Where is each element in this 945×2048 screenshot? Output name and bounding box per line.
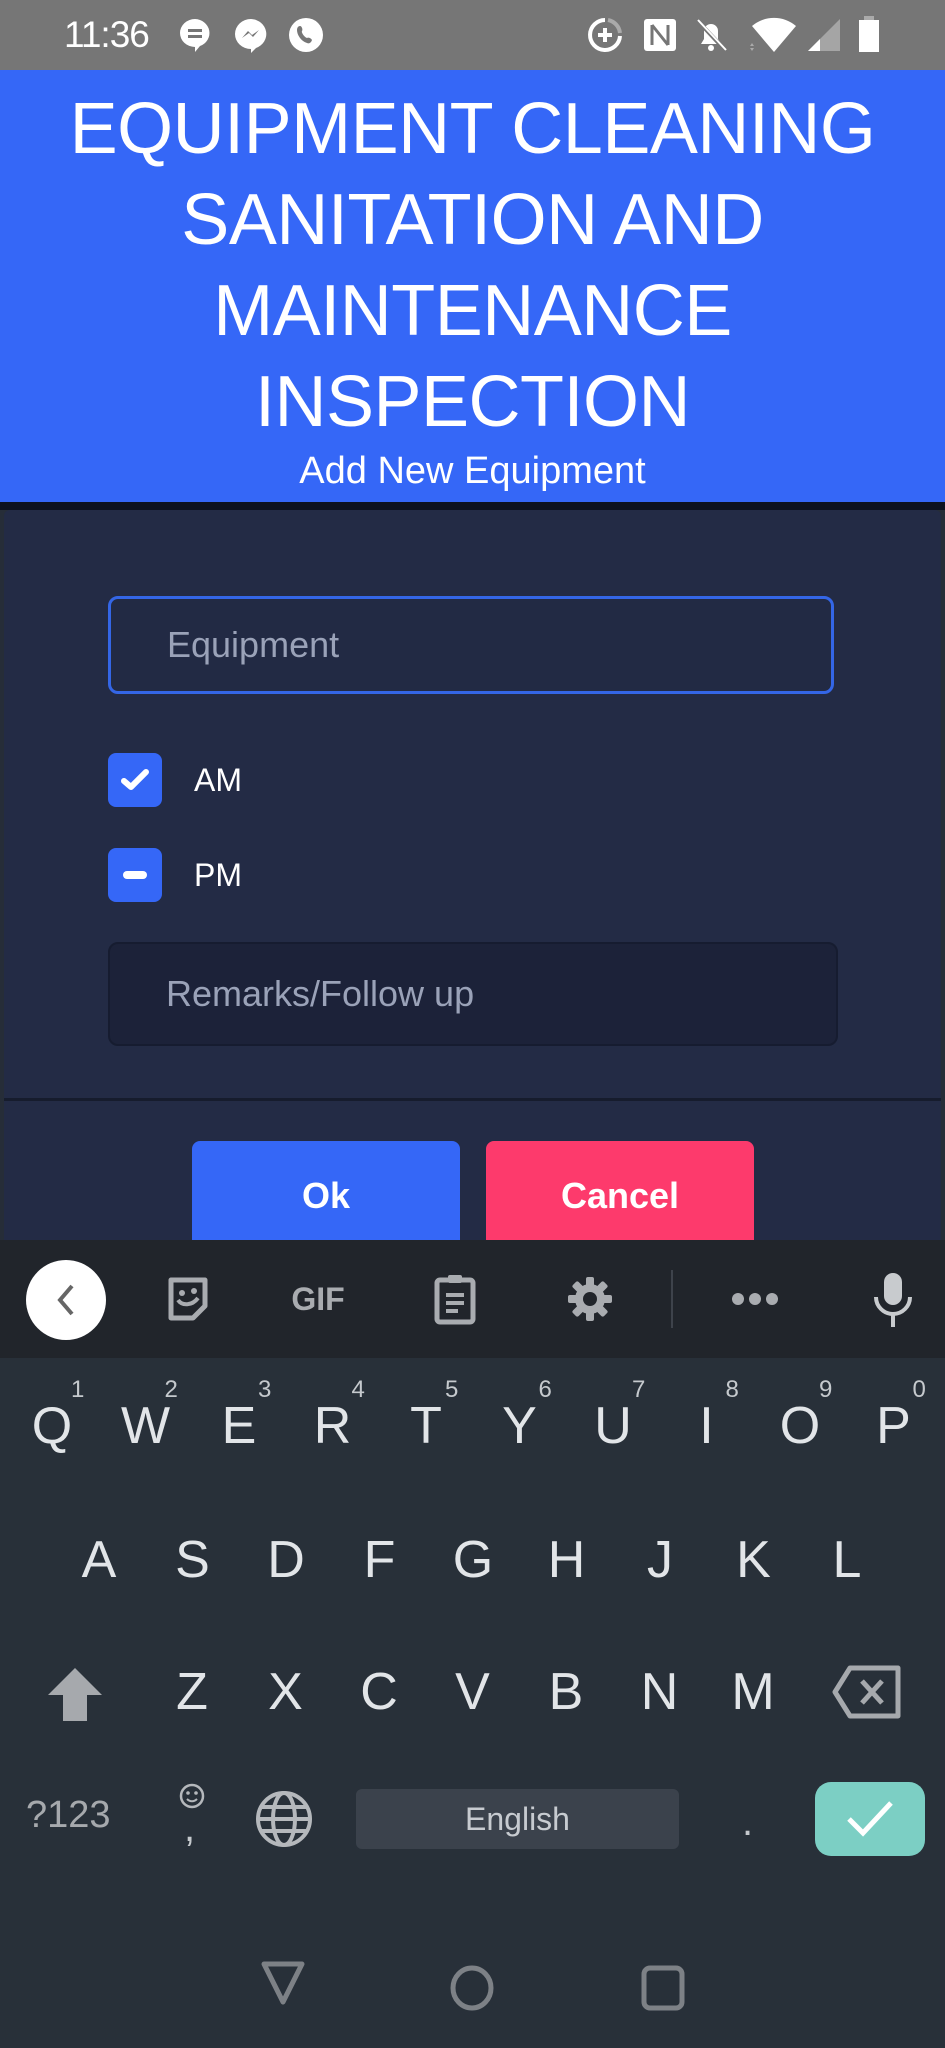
notifications-off-icon: [695, 18, 727, 52]
key-d[interactable]: D: [241, 1530, 331, 1590]
add-equipment-dialog: Equipment AM PM Remarks/Follow up Ok Can…: [4, 510, 941, 1240]
key-f[interactable]: F: [335, 1530, 425, 1590]
key-l[interactable]: L: [802, 1530, 892, 1590]
key-hint: 1: [71, 1376, 85, 1403]
keyboard-toolbar: GIF: [0, 1240, 945, 1358]
shift-icon[interactable]: [46, 1665, 104, 1723]
pm-checkbox-row[interactable]: PM: [108, 848, 242, 902]
google-messages-icon: [180, 19, 210, 52]
key-u[interactable]: U: [568, 1396, 658, 1456]
data-saver-icon: [588, 18, 622, 52]
gear-icon: [568, 1277, 612, 1321]
clipboard-icon: [434, 1275, 476, 1325]
key-hint: 7: [632, 1376, 646, 1403]
am-label: AM: [194, 761, 242, 798]
key-n[interactable]: N: [615, 1662, 705, 1722]
backspace-icon[interactable]: [832, 1665, 902, 1719]
enter-key[interactable]: [815, 1782, 925, 1856]
key-hint: 8: [725, 1376, 739, 1403]
key-g[interactable]: G: [428, 1530, 518, 1590]
key-w[interactable]: W: [101, 1396, 191, 1456]
page-title: EQUIPMENT CLEANING SANITATION AND MAINTE…: [69, 89, 876, 442]
key-o[interactable]: O: [755, 1396, 845, 1456]
settings-button[interactable]: [555, 1240, 625, 1358]
dialog-divider: [4, 1098, 941, 1101]
globe-icon[interactable]: [255, 1790, 313, 1848]
space-bar[interactable]: English: [356, 1789, 679, 1849]
checkmark-icon: [121, 769, 149, 790]
key-hint: 6: [538, 1376, 552, 1403]
recents-square-icon[interactable]: [640, 1964, 686, 2012]
cancel-button[interactable]: Cancel: [486, 1141, 754, 1240]
am-checkbox-row[interactable]: AM: [108, 753, 242, 807]
status-bar: 11:36: [0, 0, 945, 70]
comma-label: ,: [184, 1806, 196, 1850]
key-s[interactable]: S: [148, 1530, 238, 1590]
sticker-icon: [168, 1277, 208, 1321]
key-v[interactable]: V: [428, 1662, 518, 1722]
more-button[interactable]: [720, 1240, 790, 1358]
phone-call-icon: [289, 18, 323, 52]
gif-button[interactable]: GIF: [278, 1240, 358, 1358]
more-icon: [732, 1293, 778, 1305]
am-checkbox[interactable]: [108, 753, 162, 807]
key-hint: 3: [258, 1376, 272, 1403]
voice-input-button[interactable]: [858, 1240, 928, 1358]
key-a[interactable]: A: [54, 1530, 144, 1590]
key-q[interactable]: Q: [7, 1396, 97, 1456]
key-hint: 5: [445, 1376, 459, 1403]
back-triangle-icon[interactable]: [260, 1960, 306, 2006]
key-hint: 0: [912, 1376, 926, 1403]
clipboard-button[interactable]: [420, 1240, 490, 1358]
check-icon: [847, 1801, 893, 1837]
symbols-key[interactable]: ?123: [26, 1794, 111, 1837]
key-j[interactable]: J: [615, 1530, 705, 1590]
indeterminate-dash-icon: [123, 871, 147, 879]
emoji-comma-key[interactable]: ,: [174, 1782, 210, 1862]
page-header: EQUIPMENT CLEANING SANITATION AND MAINTE…: [0, 70, 945, 505]
ok-button[interactable]: Ok: [192, 1141, 460, 1240]
key-hint: 4: [351, 1376, 365, 1403]
header-divider: [0, 502, 945, 510]
cell-signal-icon: [808, 19, 840, 51]
sticker-button[interactable]: [150, 1240, 226, 1358]
battery-icon: [859, 16, 879, 52]
key-b[interactable]: B: [521, 1662, 611, 1722]
key-t[interactable]: T: [381, 1396, 471, 1456]
status-time: 11:36: [64, 14, 150, 55]
key-r[interactable]: R: [288, 1396, 378, 1456]
chevron-left-icon: [57, 1284, 74, 1316]
toolbar-separator: [671, 1270, 673, 1328]
key-hint: 2: [164, 1376, 178, 1403]
period-key[interactable]: .: [742, 1800, 753, 1845]
equipment-input-placeholder: Equipment: [167, 624, 340, 665]
key-p[interactable]: P: [849, 1396, 939, 1456]
key-x[interactable]: X: [241, 1662, 331, 1722]
pm-checkbox[interactable]: [108, 848, 162, 902]
page-subtitle: Add New Equipment: [299, 450, 646, 492]
messenger-icon: [235, 19, 267, 53]
key-h[interactable]: H: [522, 1530, 612, 1590]
wifi-icon: [750, 17, 796, 52]
remarks-input[interactable]: Remarks/Follow up: [108, 942, 838, 1046]
key-hint: 9: [819, 1376, 833, 1403]
key-k[interactable]: K: [709, 1530, 799, 1590]
keyboard-back-button[interactable]: [26, 1260, 106, 1340]
microphone-icon: [874, 1273, 912, 1327]
key-y[interactable]: Y: [475, 1396, 565, 1456]
equipment-input[interactable]: Equipment: [108, 596, 834, 694]
remarks-input-placeholder: Remarks/Follow up: [166, 973, 475, 1014]
nfc-icon: [644, 19, 676, 51]
pm-label: PM: [194, 856, 242, 893]
key-c[interactable]: C: [334, 1662, 424, 1722]
key-e[interactable]: E: [194, 1396, 284, 1456]
navigation-bar: [0, 1920, 945, 2048]
key-i[interactable]: I: [662, 1396, 752, 1456]
home-circle-icon[interactable]: [448, 1964, 496, 2012]
key-z[interactable]: Z: [147, 1662, 237, 1722]
key-m[interactable]: M: [708, 1662, 798, 1722]
